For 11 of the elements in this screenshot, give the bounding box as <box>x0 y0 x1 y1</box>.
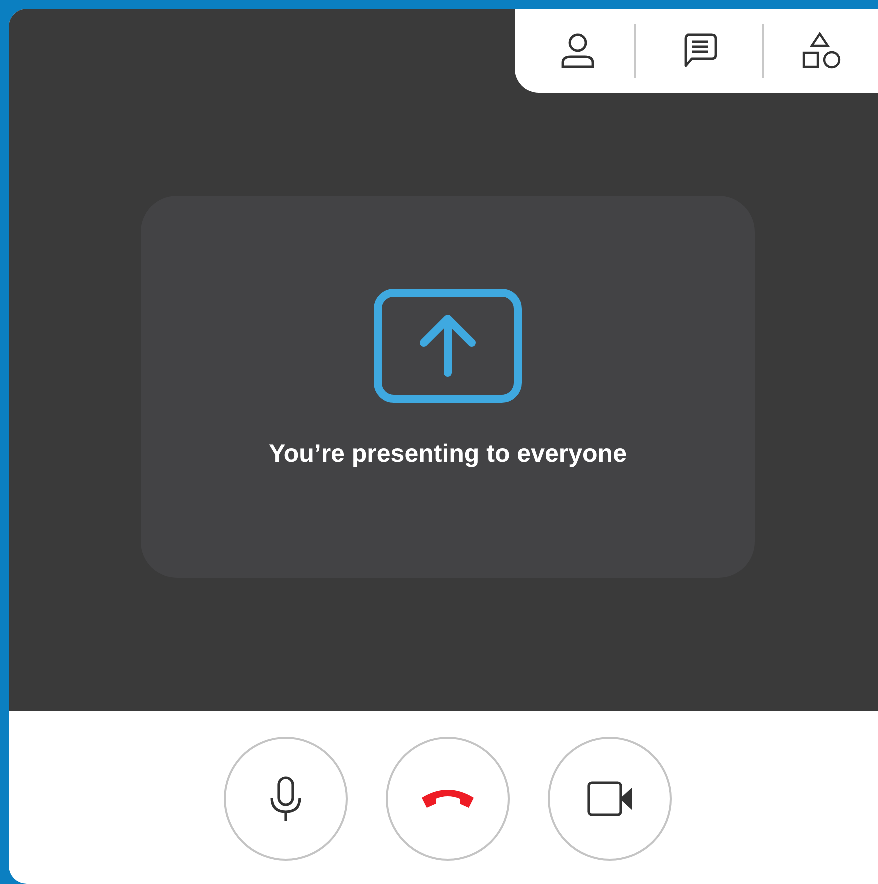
participants-button[interactable] <box>561 33 595 69</box>
shapes-icon <box>802 32 842 70</box>
shapes-button[interactable] <box>802 32 842 70</box>
person-icon <box>561 33 595 69</box>
hang-up-icon <box>420 788 476 810</box>
microphone-icon <box>269 776 303 822</box>
video-camera-icon <box>587 781 633 817</box>
chat-button[interactable] <box>682 33 718 69</box>
presenting-message: You’re presenting to everyone <box>269 440 627 469</box>
chat-icon <box>682 33 718 69</box>
share-screen-icon <box>374 289 522 403</box>
